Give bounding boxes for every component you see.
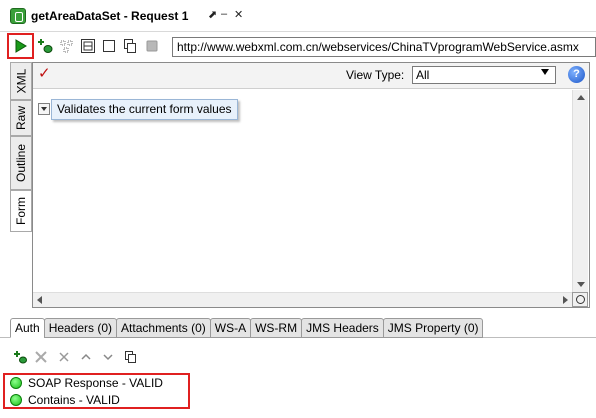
request-icon — [10, 8, 26, 24]
endpoint-url-field[interactable]: http://www.webxml.com.cn/webservices/Chi… — [172, 37, 596, 57]
create-test-icon[interactable] — [59, 38, 75, 54]
tab-form-label: Form — [14, 197, 28, 225]
tile-icon[interactable] — [80, 38, 96, 54]
horizontal-scrollbar[interactable] — [33, 292, 572, 307]
chevron-down-icon[interactable] — [541, 69, 549, 75]
tab-outline-label: Outline — [14, 143, 28, 183]
assertion-label: Contains - VALID — [28, 393, 120, 407]
assertion-item[interactable]: SOAP Response - VALID — [10, 375, 163, 391]
valid-status-icon — [10, 377, 22, 389]
zoom-icon[interactable] — [572, 292, 588, 307]
window-title: getAreaDataSet - Request 1 — [31, 9, 189, 23]
tab-jms-headers[interactable]: JMS Headers — [301, 318, 384, 338]
valid-status-icon — [10, 394, 22, 406]
collapse-icon[interactable] — [38, 103, 50, 115]
scroll-left-icon[interactable] — [37, 296, 42, 304]
play-icon[interactable] — [12, 38, 28, 54]
tab-jms-property[interactable]: JMS Property (0) — [382, 318, 484, 338]
vertical-scrollbar[interactable] — [572, 90, 588, 292]
configure-assertion-icon[interactable] — [34, 350, 48, 364]
tab-ws-a[interactable]: WS-A — [209, 318, 252, 338]
minimize-icon[interactable]: – — [221, 8, 227, 20]
tab-attachments[interactable]: Attachments (0) — [116, 318, 211, 338]
help-icon[interactable]: ? — [568, 66, 585, 83]
request-detail-tabs: Auth Headers (0) Attachments (0) WS-A WS… — [10, 318, 484, 338]
add-endpoint-icon[interactable] — [37, 38, 53, 54]
form-content-area[interactable] — [33, 90, 571, 292]
stop-icon[interactable] — [101, 38, 117, 54]
view-type-select[interactable]: All — [412, 66, 556, 84]
view-type-label: View Type: — [346, 68, 405, 82]
tab-auth[interactable]: Auth — [10, 318, 45, 338]
tab-headers[interactable]: Headers (0) — [43, 318, 118, 338]
scroll-up-icon[interactable] — [577, 95, 585, 100]
scroll-right-icon[interactable] — [563, 296, 568, 304]
move-down-icon[interactable] — [101, 350, 115, 364]
tab-ws-rm[interactable]: WS-RM — [250, 318, 303, 338]
close-icon[interactable]: ✕ — [234, 8, 243, 21]
scroll-down-icon[interactable] — [577, 282, 585, 287]
tooltip: Validates the current form values — [51, 99, 238, 120]
validate-check-icon[interactable]: ✓ — [38, 64, 51, 82]
tab-raw[interactable]: Raw — [10, 100, 32, 136]
copy-icon[interactable] — [122, 38, 138, 54]
detach-icon[interactable]: ⬈ — [208, 8, 217, 21]
move-up-icon[interactable] — [79, 350, 93, 364]
copy-assertion-icon[interactable] — [124, 350, 138, 364]
add-assertion-icon[interactable] — [13, 350, 27, 364]
tab-xml[interactable]: XML — [10, 62, 32, 100]
assertion-label: SOAP Response - VALID — [28, 376, 163, 390]
tab-xml-label: XML — [14, 68, 28, 94]
tab-raw-label: Raw — [14, 105, 29, 131]
tab-outline[interactable]: Outline — [10, 136, 32, 190]
assertion-item[interactable]: Contains - VALID — [10, 392, 120, 408]
delete-assertion-icon[interactable] — [57, 350, 71, 364]
tab-form[interactable]: Form — [10, 190, 32, 232]
editor-view-tabs: XML Raw Outline Form — [10, 62, 32, 314]
cancel-icon[interactable] — [144, 38, 160, 54]
